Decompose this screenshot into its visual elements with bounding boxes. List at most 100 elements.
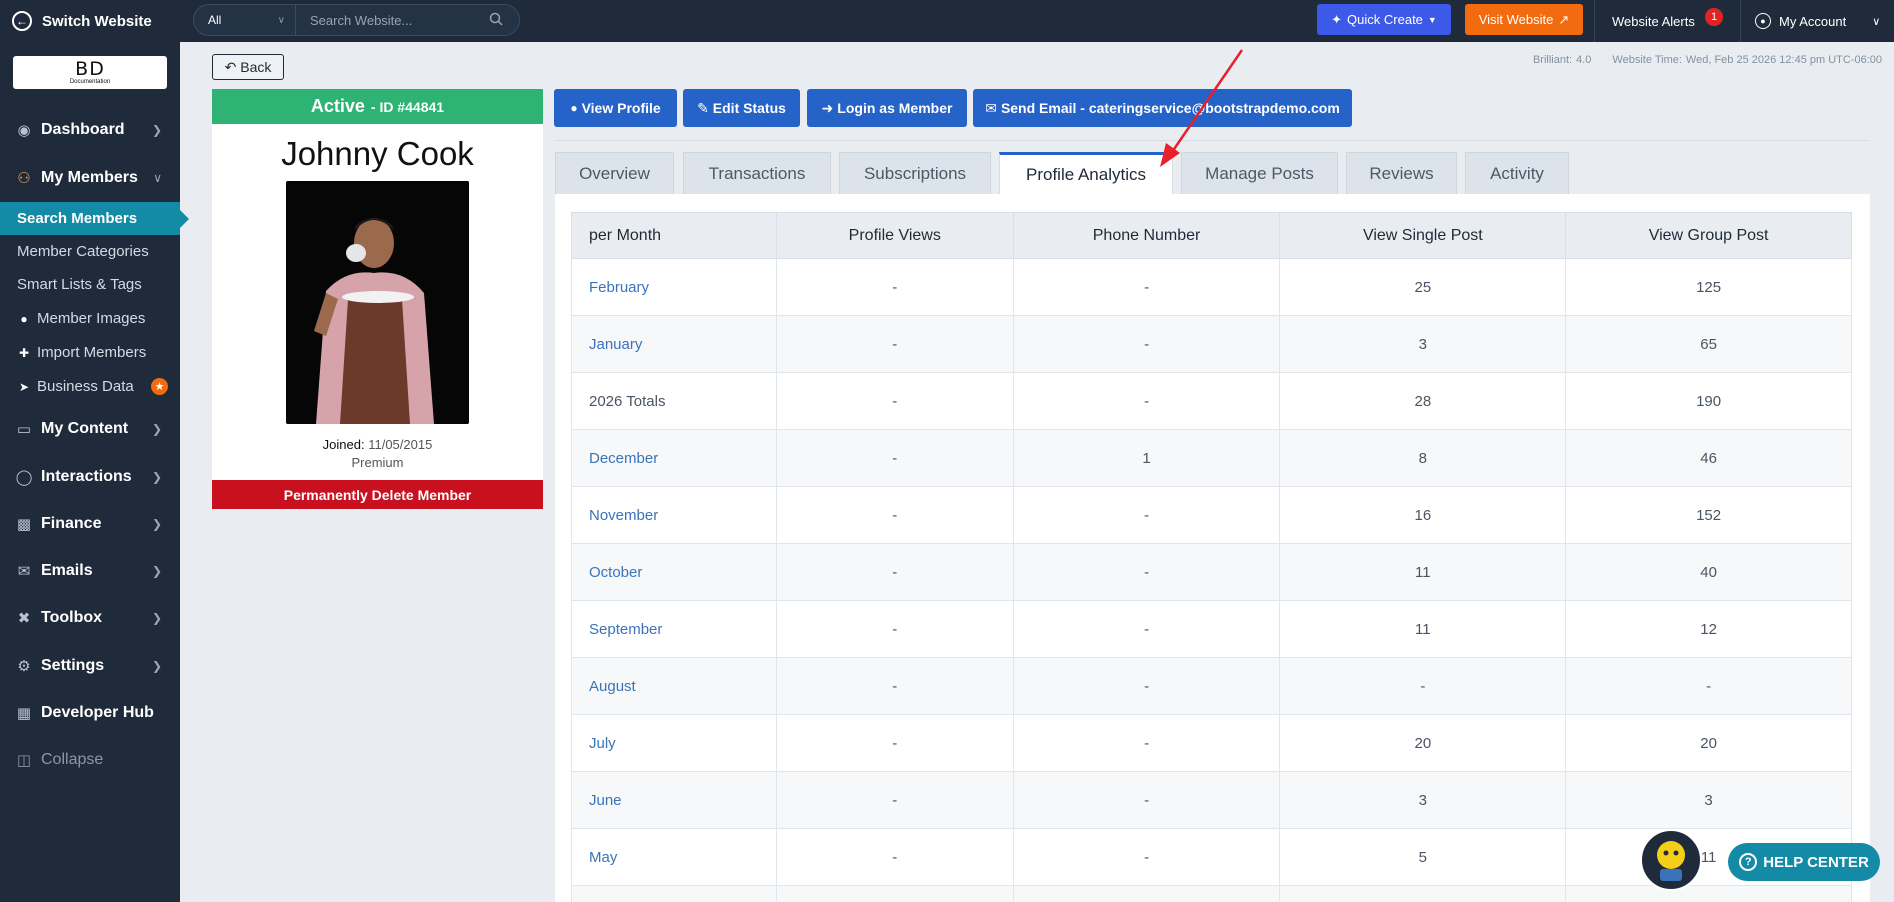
plus-icon: ✚ — [18, 345, 30, 360]
month-cell[interactable]: June — [571, 771, 777, 829]
value-cell: 25 — [1279, 258, 1567, 316]
member-plan: Premium — [351, 455, 404, 470]
switch-website-label: Switch Website — [42, 12, 152, 30]
annotation-arrow — [1160, 49, 1244, 167]
sidebar-item-toolbox[interactable]: ✖ Toolbox ❯ — [0, 594, 180, 641]
search-input[interactable]: Search Website... — [296, 13, 489, 28]
month-cell[interactable]: January — [571, 315, 777, 373]
visit-website-label: Visit Website — [1478, 12, 1554, 27]
tab-transactions[interactable]: Transactions — [683, 152, 831, 194]
member-name: Johnny Cook — [281, 135, 474, 172]
tab-overview[interactable]: Overview — [555, 152, 674, 194]
chevron-right-icon: ❯ — [151, 421, 162, 436]
value-cell: - — [775, 315, 1014, 373]
month-cell[interactable]: February — [571, 258, 777, 316]
table-row: June - -3 3 — [571, 771, 1852, 829]
month-cell[interactable]: July — [571, 714, 777, 772]
month-cell[interactable]: August — [571, 657, 777, 715]
sidebar-subitem-import-members[interactable]: ✚ Import Members — [0, 336, 180, 369]
chat-bot-icon[interactable] — [1640, 829, 1702, 891]
value-cell: - — [1012, 657, 1281, 715]
value-cell: 5 — [1279, 828, 1567, 886]
sidebar-item-developer-hub[interactable]: ▦ Developer Hub — [0, 689, 180, 736]
sidebar-subitem-member-categories[interactable]: Member Categories — [0, 235, 180, 268]
my-account-menu[interactable]: ● My Account ∨ — [1740, 0, 1894, 42]
sidebar-item-my-members[interactable]: ⚇ My Members ∨ — [0, 154, 180, 201]
value-cell: 3 — [1279, 315, 1567, 373]
sidebar-subitem-smart-lists[interactable]: Smart Lists & Tags — [0, 268, 180, 301]
search-icon[interactable] — [489, 12, 519, 29]
star-icon: ★ — [151, 378, 168, 395]
sidebar-item-dashboard[interactable]: ◉ Dashboard ❯ — [0, 106, 180, 153]
table-row: July - -20 20 — [571, 714, 1852, 772]
sidebar-item-finance[interactable]: ▩ Finance ❯ — [0, 500, 180, 547]
value-cell: - — [1012, 372, 1281, 430]
sidebar-subitem-member-images[interactable]: ● Member Images — [0, 302, 180, 335]
site-meta: Brilliant: 4.0 Website Time: Wed, Feb 25 2… — [1529, 54, 1882, 66]
month-cell[interactable]: November — [571, 486, 777, 544]
value-cell: - — [775, 543, 1014, 601]
tab-subscriptions[interactable]: Subscriptions — [839, 152, 991, 194]
sidebar-item-interactions[interactable]: ◯ Interactions ❯ — [0, 453, 180, 500]
table-header-row: per Month Profile Views Phone Number Vie… — [571, 212, 1852, 259]
sidebar-item-label: Emails — [41, 561, 93, 579]
member-status: Active — [310, 96, 365, 116]
value-cell: - — [1012, 828, 1281, 886]
quick-create-button[interactable]: ✦ Quick Create ▼ — [1317, 4, 1451, 35]
member-joined: Joined: 11/05/2015 — [212, 437, 543, 452]
back-button[interactable]: ↶ Back — [212, 54, 284, 80]
value-cell: - — [1565, 657, 1852, 715]
help-center-button[interactable]: ? HELP CENTER — [1728, 843, 1880, 881]
login-as-member-button[interactable]: ➜ Login as Member — [807, 89, 967, 127]
sidebar-item-emails[interactable]: ✉ Emails ❯ — [0, 547, 180, 594]
value-cell: - — [775, 714, 1014, 772]
month-cell[interactable]: December — [571, 429, 777, 487]
value-cell: 46 — [1565, 429, 1852, 487]
view-profile-button[interactable]: ● View Profile — [554, 89, 677, 127]
logo[interactable]: BD Documentation — [13, 56, 167, 89]
value-cell — [1565, 885, 1852, 902]
chevron-down-icon: ∨ — [153, 170, 162, 185]
sidebar-subitem-label: Member Categories — [17, 243, 149, 260]
switch-website-button[interactable]: ← Switch Website — [12, 0, 182, 42]
sidebar-subitem-search-members[interactable]: Search Members — [0, 202, 189, 235]
value-cell: 8 — [1279, 429, 1567, 487]
table-row: October - -11 40 — [571, 543, 1852, 601]
column-header: Phone Number — [1012, 212, 1281, 259]
sidebar-subitem-business-data[interactable]: ➤ Business Data ★ — [0, 370, 180, 403]
month-cell[interactable]: October — [571, 543, 777, 601]
visit-website-button[interactable]: Visit Website ↗ — [1465, 4, 1583, 35]
search-bar: All ∨ Search Website... — [193, 4, 520, 36]
sidebar: BD Documentation ◉ Dashboard ❯ ⚇ My Memb… — [0, 42, 189, 902]
month-cell[interactable]: September — [571, 600, 777, 658]
value-cell: 11 — [1279, 543, 1567, 601]
tab-profile-analytics[interactable]: Profile Analytics — [999, 152, 1173, 195]
sidebar-item-collapse[interactable]: ◫ Collapse — [0, 736, 180, 783]
envelope-icon: ✉ — [985, 99, 997, 116]
analytics-table: per Month Profile Views Phone Number Vie… — [571, 212, 1852, 902]
grid-icon: ▦ — [16, 704, 32, 722]
value-cell: - — [1012, 258, 1281, 316]
edit-status-button[interactable]: ✎ Edit Status — [683, 89, 800, 127]
website-time-label: Website Time: — [1612, 54, 1682, 66]
sidebar-item-my-content[interactable]: ▭ My Content ❯ — [0, 405, 180, 452]
value-cell: - — [1012, 714, 1281, 772]
edit-status-label: Edit Status — [712, 100, 786, 116]
value-cell: - — [775, 657, 1014, 715]
sidebar-subitem-label: Import Members — [37, 344, 147, 361]
reply-arrow-icon: ↶ — [224, 58, 237, 75]
sidebar-subitem-label: Business Data — [37, 378, 134, 395]
search-scope-select[interactable]: All ∨ — [194, 5, 296, 35]
website-alerts-button[interactable]: Website Alerts 1 — [1594, 0, 1740, 42]
value-cell: - — [1012, 315, 1281, 373]
collapse-icon: ◫ — [16, 751, 32, 769]
value-cell: 190 — [1565, 372, 1852, 430]
value-cell: 3 — [1565, 771, 1852, 829]
tab-activity[interactable]: Activity — [1465, 152, 1569, 194]
sidebar-item-settings[interactable]: ⚙ Settings ❯ — [0, 642, 180, 689]
delete-member-button[interactable]: Permanently Delete Member — [212, 480, 543, 509]
joined-label: Joined: — [322, 437, 365, 452]
tab-reviews[interactable]: Reviews — [1346, 152, 1457, 194]
member-profile-card: Active - ID #44841 Johnny Cook Joined: 1… — [212, 89, 543, 509]
month-cell[interactable]: May — [571, 828, 777, 886]
